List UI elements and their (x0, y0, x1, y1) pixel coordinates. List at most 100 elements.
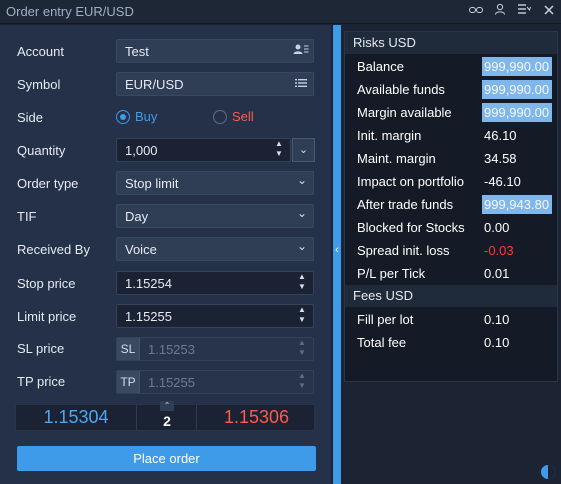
risk-row-label: After trade funds (357, 197, 454, 212)
side-label: Side (17, 110, 44, 125)
ask-price[interactable]: 1.15306 (198, 405, 315, 430)
tif-select[interactable]: Day ⌄ (116, 204, 314, 228)
user-icon[interactable] (491, 2, 509, 20)
sl-price-label: SL price (17, 341, 65, 356)
sl-price-input[interactable]: SL 1.15253 ▲ ▼ (116, 337, 314, 361)
limit-price-label: Limit price (17, 309, 77, 324)
fee-row-label: Total fee (357, 335, 407, 350)
table-row: Blocked for Stocks 0.00 (345, 216, 557, 239)
order-type-label: Order type (17, 176, 79, 191)
table-row: Balance 999,990.00 (345, 55, 557, 78)
fees-header: Fees USD (345, 285, 557, 307)
radio-buy-dot (116, 110, 130, 124)
sl-price-stepper[interactable]: ▲ ▼ (297, 338, 307, 360)
quote-bar: 1.15304 ⌃ 2 1.15306 (15, 401, 315, 431)
title-bar: Order entry EUR/USD (0, 0, 561, 24)
spread-value: 2 (163, 413, 171, 429)
panel-splitter[interactable]: ‹ (333, 25, 341, 484)
place-order-button[interactable]: Place order (17, 446, 316, 471)
account-list-icon[interactable] (293, 43, 309, 59)
chevron-down-icon: ⌄ (296, 173, 307, 187)
symbol-value: EUR/USD (125, 77, 184, 92)
limit-price-stepper[interactable]: ▲ ▼ (297, 305, 307, 327)
risk-row-value: -0.03 (484, 243, 514, 258)
table-row: Total fee 0.10 (345, 331, 557, 354)
risk-row-label: Impact on portfolio (357, 174, 464, 189)
risk-row-label: Balance (357, 59, 404, 74)
account-field[interactable]: Test (116, 39, 314, 63)
risk-row-label: Available funds (357, 82, 445, 97)
window-title: Order entry EUR/USD (6, 4, 134, 19)
risk-row-label: P/L per Tick (357, 266, 426, 281)
risk-row-value: 46.10 (484, 128, 517, 143)
symbol-label: Symbol (17, 77, 61, 92)
table-row: Margin available 999,990.00 (345, 101, 557, 124)
risk-table: Risks USD Balance 999,990.00 Available fun… (344, 31, 558, 382)
chevron-down-icon: ⌄ (296, 206, 307, 220)
table-row: Init. margin 46.10 (345, 124, 557, 147)
theme-toggle-icon[interactable] (541, 465, 555, 479)
tif-value: Day (125, 209, 149, 224)
risk-row-value: 999,990.00 (482, 103, 552, 122)
table-row: Impact on portfolio -46.10 (345, 170, 557, 193)
received-by-select[interactable]: Voice ⌄ (116, 237, 314, 261)
bid-price[interactable]: 1.15304 (16, 405, 137, 430)
received-by-label: Received By (17, 242, 90, 257)
risk-row-value: 34.58 (484, 151, 517, 166)
stop-price-label: Stop price (17, 276, 76, 291)
quantity-stepper[interactable]: ▲ ▼ (274, 139, 284, 161)
account-value: Test (125, 44, 149, 59)
tp-price-label: TP price (17, 374, 66, 389)
spread-box: ⌃ 2 (137, 401, 197, 430)
close-icon[interactable] (540, 2, 558, 20)
table-row: Available funds 999,990.00 (345, 78, 557, 101)
sl-prefix[interactable]: SL (117, 338, 140, 360)
tp-price-stepper[interactable]: ▲ ▼ (297, 371, 307, 393)
order-type-select[interactable]: Stop limit ⌄ (116, 171, 314, 195)
table-row: P/L per Tick 0.01 (345, 262, 557, 285)
sl-price-value: 1.15253 (148, 342, 195, 357)
tp-price-input[interactable]: TP 1.15255 ▲ ▼ (116, 370, 314, 394)
side-sell-label: Sell (232, 109, 254, 124)
link-icon[interactable] (467, 2, 485, 20)
table-row: Spread init. loss -0.03 (345, 239, 557, 262)
side-buy-label: Buy (135, 109, 158, 124)
chevron-down-icon: ⌄ (298, 144, 309, 156)
fee-row-value: 0.10 (484, 335, 510, 350)
risk-row-label: Spread init. loss (357, 243, 450, 258)
fee-row-label: Fill per lot (357, 312, 414, 327)
limit-price-value: 1.15255 (125, 309, 172, 324)
order-type-value: Stop limit (125, 176, 179, 191)
received-by-value: Voice (125, 242, 157, 257)
risk-row-value: 999,990.00 (482, 57, 552, 76)
table-row: Fill per lot 0.10 (345, 308, 557, 331)
risk-panel: Risks USD Balance 999,990.00 Available fun… (342, 25, 561, 484)
table-row: After trade funds 999,943.80 (345, 193, 557, 216)
tif-label: TIF (17, 209, 37, 224)
account-label: Account (17, 44, 64, 59)
symbol-field[interactable]: EUR/USD (116, 72, 314, 96)
stop-price-value: 1.15254 (125, 276, 172, 291)
tp-price-value: 1.15255 (148, 375, 195, 390)
table-row: Maint. margin 34.58 (345, 147, 557, 170)
risk-row-label: Init. margin (357, 128, 422, 143)
risk-row-label: Maint. margin (357, 151, 436, 166)
risk-row-label: Margin available (357, 105, 452, 120)
chevron-up-icon[interactable]: ⌃ (160, 401, 174, 411)
limit-price-input[interactable]: 1.15255 ▲ ▼ (116, 304, 314, 328)
symbol-list-icon[interactable] (293, 76, 309, 92)
risk-row-value: 999,990.00 (482, 80, 552, 99)
tp-prefix[interactable]: TP (117, 371, 140, 393)
risk-row-value: -46.10 (484, 174, 521, 189)
quantity-dropdown-button[interactable]: ⌄ (292, 138, 315, 162)
risk-row-value: 0.01 (484, 266, 510, 281)
risks-header: Risks USD (345, 32, 557, 54)
risk-row-value: 0.00 (484, 220, 510, 235)
chevron-down-icon: ⌄ (296, 239, 307, 253)
menu-icon[interactable] (515, 2, 533, 20)
quantity-input[interactable]: 1,000 ▲ ▼ (116, 138, 291, 162)
quantity-label: Quantity (17, 143, 66, 158)
stop-price-stepper[interactable]: ▲ ▼ (297, 272, 307, 294)
chevron-left-icon[interactable]: ‹ (333, 244, 341, 256)
stop-price-input[interactable]: 1.15254 ▲ ▼ (116, 271, 314, 295)
